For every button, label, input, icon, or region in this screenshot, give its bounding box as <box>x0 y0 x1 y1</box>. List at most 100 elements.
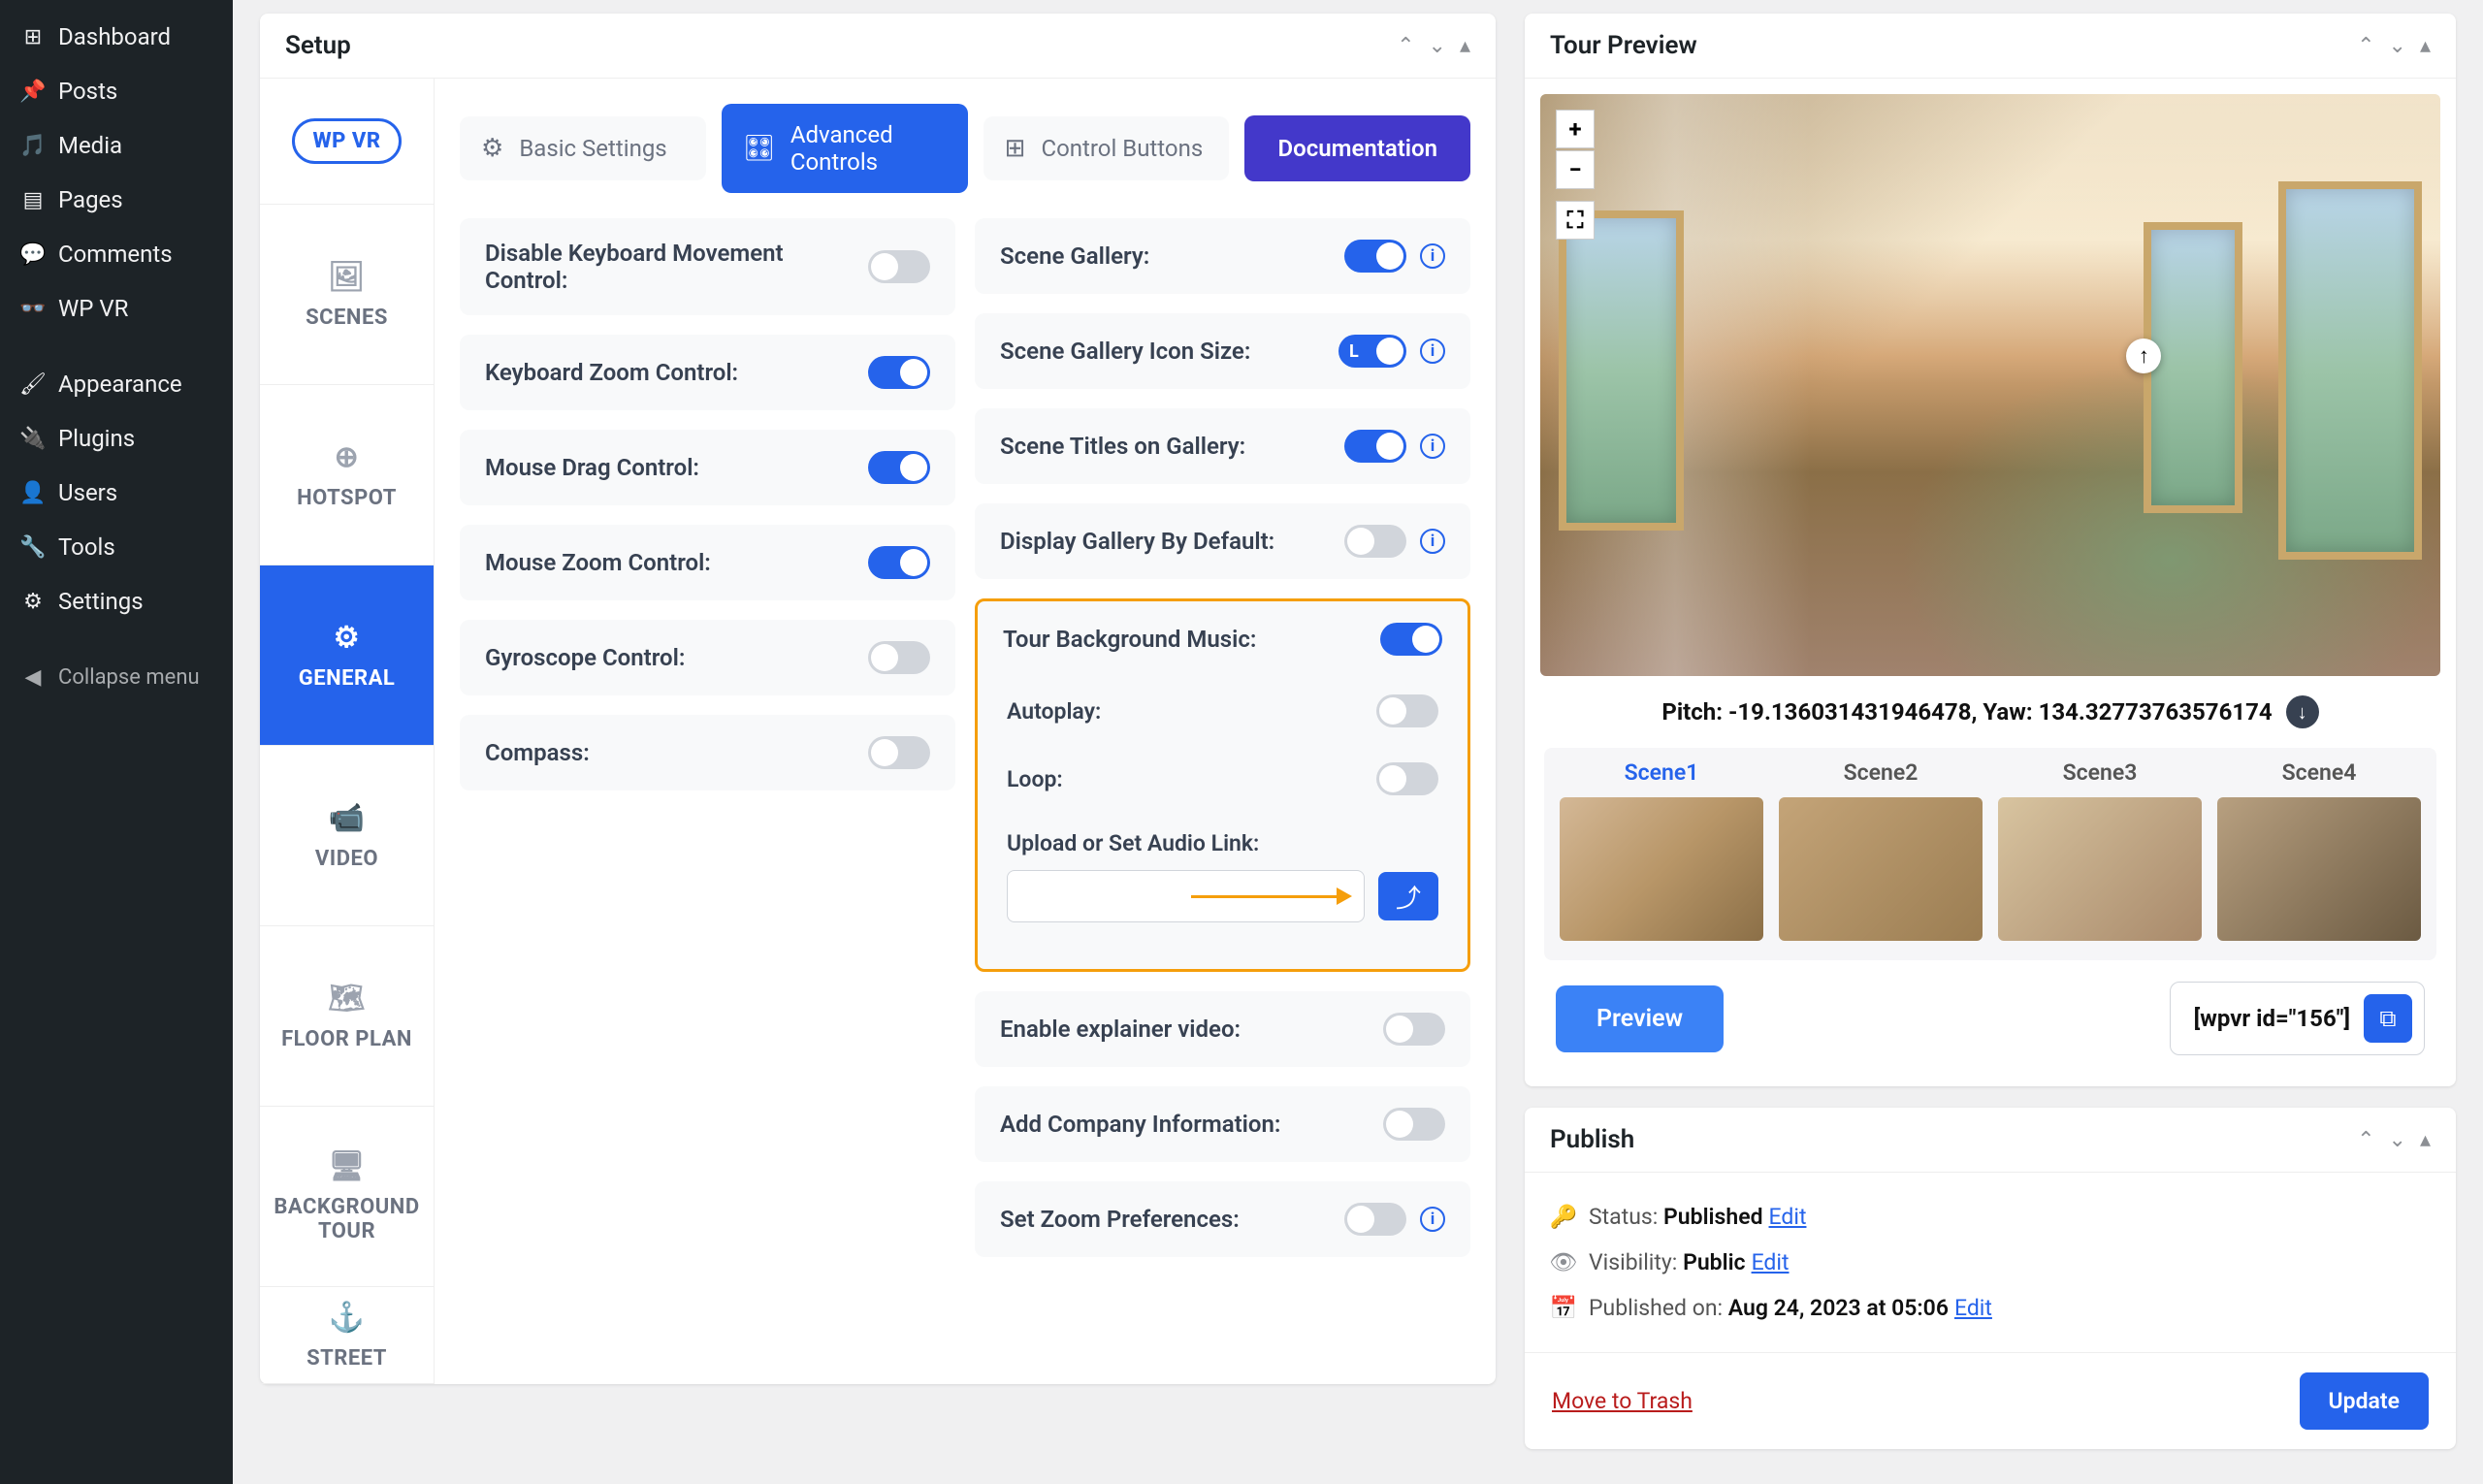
documentation-button[interactable]: Documentation <box>1244 115 1470 181</box>
caret-up-icon[interactable]: ▴ <box>1460 34 1470 58</box>
help-icon[interactable]: i <box>1420 529 1445 554</box>
scene-thumbnails: Scene1 Scene2 Scene3 Scene4 <box>1544 748 2436 960</box>
anchor-icon: ⚓ <box>329 1301 366 1335</box>
menu-settings[interactable]: ⚙Settings <box>0 574 233 629</box>
menu-posts[interactable]: 📌Posts <box>0 64 233 118</box>
toggle-display-gallery-default[interactable] <box>1344 525 1406 558</box>
toggle-gallery-icon-size[interactable] <box>1338 335 1406 368</box>
chevron-down-icon[interactable]: ⌄ <box>2389 34 2406 58</box>
media-icon: 🎵 <box>19 132 47 159</box>
menu-plugins[interactable]: 🔌Plugins <box>0 411 233 466</box>
publish-visibility-row: 👁 Visibility: PublicEdit <box>1552 1240 2429 1285</box>
menu-wpvr[interactable]: 👓WP VR <box>0 281 233 336</box>
toggle-compass[interactable] <box>868 736 930 769</box>
caret-up-icon[interactable]: ▴ <box>2420 34 2431 58</box>
toggle-mouse-drag[interactable] <box>868 451 930 484</box>
tab-background-tour[interactable]: 🖥BACKGROUND TOUR <box>260 1107 434 1287</box>
toggle-keyboard-zoom[interactable] <box>868 356 930 389</box>
scene-thumbnail-image <box>2217 797 2421 941</box>
main-content: Setup ⌃ ⌄ ▴ WP VR 🖼SCENES ⊕HOTSPOT ⚙GENE… <box>233 0 2483 1484</box>
arrow-annotation <box>1191 887 1352 905</box>
toggle-gyroscope[interactable] <box>868 641 930 674</box>
setting-company-info: Add Company Information: <box>975 1086 1470 1162</box>
setting-compass: Compass: <box>460 715 955 790</box>
chevron-up-icon[interactable]: ⌃ <box>2357 34 2374 58</box>
preview-column: Tour Preview ⌃ ⌄ ▴ + − ⛶ <box>1525 14 2456 1470</box>
tab-scenes[interactable]: 🖼SCENES <box>260 205 434 385</box>
copy-shortcode-button[interactable]: ⧉ <box>2364 994 2412 1043</box>
toggle-loop[interactable] <box>1376 762 1438 795</box>
setup-panel-header: Setup ⌃ ⌄ ▴ <box>260 14 1496 79</box>
upload-audio-button[interactable]: ⤴ <box>1378 872 1438 920</box>
setup-panel: Setup ⌃ ⌄ ▴ WP VR 🖼SCENES ⊕HOTSPOT ⚙GENE… <box>260 14 1496 1384</box>
chevron-up-icon[interactable]: ⌃ <box>2357 1128 2374 1152</box>
menu-dashboard[interactable]: ⊞Dashboard <box>0 10 233 64</box>
plugin-icon: 🔌 <box>19 425 47 452</box>
tab-floorplan[interactable]: 🗺FLOOR PLAN <box>260 926 434 1107</box>
setting-loop: Loop: <box>978 745 1467 813</box>
chevron-down-icon[interactable]: ⌄ <box>2389 1128 2406 1152</box>
edit-date-link[interactable]: Edit <box>1954 1295 1992 1321</box>
tab-advanced-controls[interactable]: 🎛Advanced Controls <box>722 104 968 193</box>
scene-thumbnail-image <box>1560 797 1763 941</box>
menu-pages[interactable]: ▤Pages <box>0 173 233 227</box>
edit-status-link[interactable]: Edit <box>1769 1204 1807 1230</box>
publish-footer: Move to Trash Update <box>1525 1352 2456 1449</box>
publish-title: Publish <box>1550 1125 1634 1154</box>
toggle-zoom-preferences[interactable] <box>1344 1203 1406 1236</box>
publish-date-row: 📅 Published on: Aug 24, 2023 at 05:06Edi… <box>1552 1285 2429 1331</box>
preview-button[interactable]: Preview <box>1556 985 1724 1052</box>
edit-visibility-link[interactable]: Edit <box>1752 1249 1790 1275</box>
zoom-out-button[interactable]: − <box>1556 150 1595 189</box>
setting-gallery-icon-size: Scene Gallery Icon Size:i <box>975 313 1470 389</box>
menu-media[interactable]: 🎵Media <box>0 118 233 173</box>
setting-disable-keyboard-movement: Disable Keyboard Movement Control: <box>460 218 955 315</box>
download-icon[interactable]: ↓ <box>2286 695 2319 728</box>
help-icon[interactable]: i <box>1420 339 1445 364</box>
menu-users[interactable]: 👤Users <box>0 466 233 520</box>
panorama-viewer[interactable]: + − ⛶ ↑ <box>1540 94 2440 676</box>
tab-video[interactable]: 📹VIDEO <box>260 746 434 926</box>
toggle-autoplay[interactable] <box>1376 694 1438 727</box>
menu-comments[interactable]: 💬Comments <box>0 227 233 281</box>
wrench-icon: 🔧 <box>19 533 47 561</box>
zoom-in-button[interactable]: + <box>1556 110 1595 148</box>
scene-thumb-2[interactable]: Scene2 <box>1779 748 1983 941</box>
pin-icon: 📌 <box>19 78 47 105</box>
help-icon[interactable]: i <box>1420 243 1445 269</box>
toggle-tour-music[interactable] <box>1380 623 1442 656</box>
tab-street[interactable]: ⚓STREET <box>260 1287 434 1384</box>
toggle-explainer-video[interactable] <box>1383 1013 1445 1046</box>
toggle-company-info[interactable] <box>1383 1108 1445 1141</box>
help-icon[interactable]: i <box>1420 1207 1445 1232</box>
calendar-icon: 📅 <box>1552 1295 1575 1321</box>
scene-thumb-4[interactable]: Scene4 <box>2217 748 2421 941</box>
collapse-menu[interactable]: ◀Collapse menu <box>0 650 233 704</box>
toggle-scene-gallery[interactable] <box>1344 240 1406 273</box>
toggle-disable-keyboard-movement[interactable] <box>868 250 930 283</box>
tab-basic-settings[interactable]: ⚙Basic Settings <box>460 116 706 180</box>
scene-thumb-1[interactable]: Scene1 <box>1560 748 1763 941</box>
menu-appearance[interactable]: 🖌Appearance <box>0 357 233 411</box>
update-button[interactable]: Update <box>2300 1372 2429 1430</box>
chevron-down-icon[interactable]: ⌄ <box>1429 34 1446 58</box>
audio-link-input[interactable] <box>1007 870 1365 922</box>
chevron-up-icon[interactable]: ⌃ <box>1397 34 1414 58</box>
help-icon[interactable]: i <box>1420 434 1445 459</box>
settings-right-col: Scene Gallery:i Scene Gallery Icon Size:… <box>975 218 1470 1257</box>
tab-hotspot[interactable]: ⊕HOTSPOT <box>260 385 434 565</box>
toggle-scene-titles[interactable] <box>1344 430 1406 463</box>
scene-thumb-3[interactable]: Scene3 <box>1998 748 2202 941</box>
move-to-trash-link[interactable]: Move to Trash <box>1552 1388 1693 1414</box>
sliders-icon: 🎛 <box>743 134 775 163</box>
toggle-mouse-zoom[interactable] <box>868 546 930 579</box>
setting-tour-music: Tour Background Music: <box>978 601 1467 677</box>
caret-up-icon[interactable]: ▴ <box>2420 1128 2431 1152</box>
tab-control-buttons[interactable]: ⊞Control Buttons <box>984 116 1230 180</box>
tab-general[interactable]: ⚙GENERAL <box>260 565 434 746</box>
setting-autoplay: Autoplay: <box>978 677 1467 745</box>
shortcode-box: [wpvr id="156"] ⧉ <box>2170 982 2425 1055</box>
menu-tools[interactable]: 🔧Tools <box>0 520 233 574</box>
fullscreen-button[interactable]: ⛶ <box>1556 201 1595 240</box>
settings-grid: Disable Keyboard Movement Control: Keybo… <box>460 218 1470 1257</box>
